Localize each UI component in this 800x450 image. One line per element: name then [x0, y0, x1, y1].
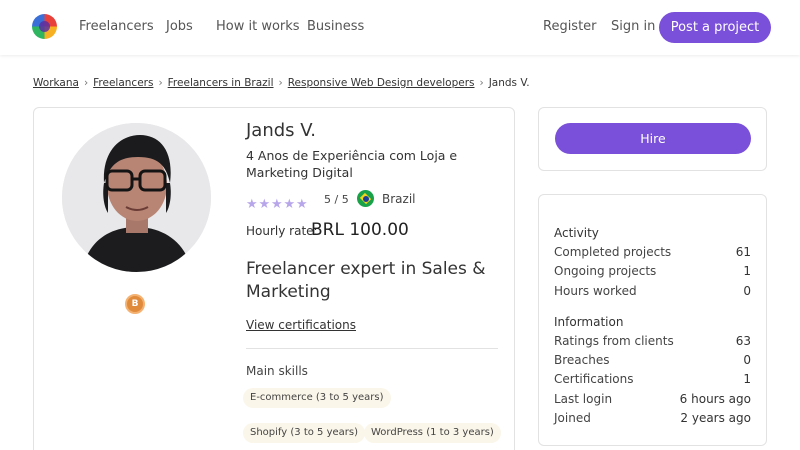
- rating-stars: ★★★★★: [246, 193, 309, 211]
- stat-value-ratings: 63: [735, 334, 751, 348]
- freelancer-tagline: 4 Anos de Experiência com Loja e Marketi…: [246, 148, 458, 180]
- star-icon: ★: [246, 197, 258, 212]
- stat-value-certifications: 1: [743, 372, 751, 386]
- nav-business[interactable]: Business: [307, 19, 364, 34]
- breadcrumb-current: Jands V.: [488, 77, 530, 89]
- star-icon: ★: [271, 197, 283, 212]
- breadcrumb-workana[interactable]: Workana: [33, 77, 79, 89]
- main-skills-label: Main skills: [246, 364, 308, 378]
- chevron-right-icon: ›: [158, 77, 163, 89]
- star-icon: ★: [296, 197, 308, 212]
- breadcrumb-responsive-web-design[interactable]: Responsive Web Design developers: [288, 77, 475, 89]
- stat-label-breaches: Breaches: [554, 353, 610, 367]
- rating-text: 5 / 5: [324, 193, 349, 206]
- avatar-photo: [62, 123, 211, 272]
- country-name: Brazil: [382, 192, 416, 206]
- divider: [246, 348, 498, 349]
- activity-heading: Activity: [554, 226, 599, 240]
- chevron-right-icon: ›: [278, 77, 283, 89]
- freelancer-name: Jands V.: [246, 120, 316, 141]
- stat-value-ongoing-projects: 1: [743, 264, 751, 278]
- information-heading: Information: [554, 315, 624, 329]
- skill-chip-ecommerce[interactable]: E-commerce (3 to 5 years): [243, 388, 391, 408]
- skill-chip-wordpress[interactable]: WordPress (1 to 3 years): [364, 423, 501, 443]
- chevron-right-icon: ›: [83, 77, 89, 89]
- stat-label-ongoing-projects: Ongoing projects: [554, 264, 657, 278]
- stat-label-completed-projects: Completed projects: [554, 245, 672, 259]
- profile-headline: Freelancer expert in Sales & Marketing: [246, 259, 486, 302]
- breadcrumb-freelancers-in-brazil[interactable]: Freelancers in Brazil: [168, 77, 274, 89]
- stat-label-hours-worked: Hours worked: [554, 284, 637, 298]
- avatar: [62, 123, 211, 272]
- stat-label-certifications: Certifications: [554, 372, 634, 386]
- sign-in-link[interactable]: Sign in: [611, 19, 655, 34]
- stat-label-ratings: Ratings from clients: [554, 334, 674, 348]
- hire-button[interactable]: Hire: [555, 123, 751, 154]
- register-link[interactable]: Register: [543, 19, 597, 34]
- hourly-rate-label: Hourly rate:: [246, 224, 318, 238]
- stat-label-joined: Joined: [554, 411, 591, 425]
- workana-logo-icon[interactable]: [32, 14, 57, 39]
- nav-jobs[interactable]: Jobs: [166, 19, 193, 34]
- stat-value-hours-worked: 0: [743, 284, 751, 298]
- breadcrumb: Workana › Freelancers › Freelancers in Brazi…: [33, 77, 530, 89]
- stat-value-breaches: 0: [743, 353, 751, 367]
- skill-chip-shopify[interactable]: Shopify (3 to 5 years): [243, 423, 365, 443]
- breadcrumb-freelancers[interactable]: Freelancers: [93, 77, 153, 89]
- nav-freelancers[interactable]: Freelancers: [79, 19, 154, 34]
- post-project-button[interactable]: Post a project: [659, 12, 771, 43]
- star-icon: ★: [283, 197, 296, 212]
- brazil-flag-icon: [357, 190, 374, 207]
- chevron-right-icon: ›: [479, 77, 484, 89]
- hourly-rate-value: BRL 100.00: [311, 220, 409, 240]
- nav-how-it-works[interactable]: How it works: [216, 19, 300, 34]
- stat-value-joined: 2 years ago: [680, 411, 751, 425]
- stat-label-last-login: Last login: [554, 392, 613, 406]
- view-certifications-link[interactable]: View certifications: [246, 318, 356, 332]
- stat-value-last-login: 6 hours ago: [679, 392, 751, 406]
- star-icon: ★: [258, 197, 271, 212]
- stat-value-completed-projects: 61: [735, 245, 751, 259]
- top-navbar: Freelancers Jobs How it works Business R…: [0, 0, 800, 55]
- level-badge: B: [125, 294, 145, 314]
